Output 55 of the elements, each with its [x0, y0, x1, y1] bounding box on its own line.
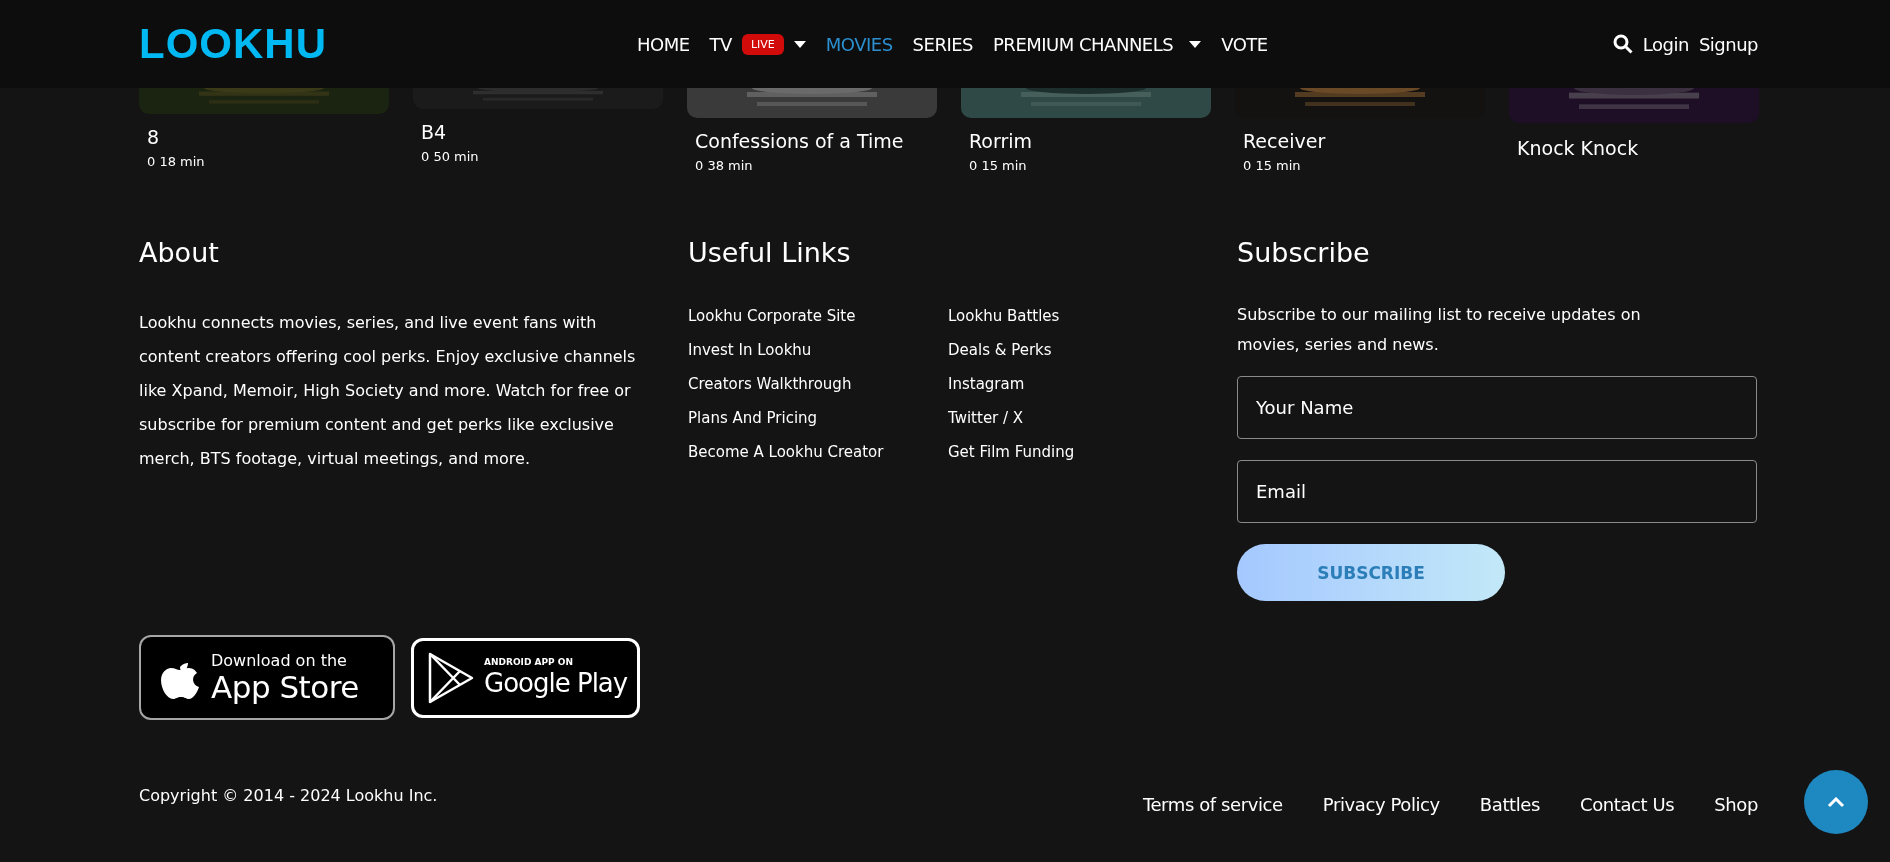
section-heading: About: [139, 237, 220, 268]
movie-duration: 0 18 min: [147, 154, 206, 169]
app-store-badge[interactable]: Download on the App Store: [139, 635, 395, 720]
movie-title[interactable]: Knock Knock: [1517, 137, 1751, 159]
badge-caption: Download on the: [211, 651, 348, 670]
footer-link[interactable]: Invest In Lookhu: [688, 340, 948, 361]
section-heading: Subscribe: [1237, 237, 1371, 268]
nav-link[interactable]: VOTE: [1221, 33, 1268, 55]
movie-duration: 0 50 min: [421, 149, 480, 164]
logo[interactable]: LOOKHU: [139, 20, 327, 68]
footer-link[interactable]: Get Film Funding: [948, 442, 1208, 463]
movie-duration: 0 38 min: [695, 158, 754, 173]
movie-title[interactable]: B4: [421, 121, 655, 143]
badge-caption: ANDROID APP ON: [484, 656, 574, 667]
movie-duration: 0 15 min: [1243, 158, 1302, 173]
movie-title[interactable]: Confessions of a Time: [695, 130, 929, 152]
nav-link[interactable]: MOVIES: [825, 33, 893, 55]
nav-link[interactable]: TV: [709, 33, 732, 55]
section-heading: Useful Links: [688, 237, 852, 268]
movie-duration: 0 15 min: [969, 158, 1028, 173]
footer-link[interactable]: Terms of service: [1142, 794, 1283, 815]
footer-link[interactable]: Battles: [1479, 794, 1540, 815]
about-text: Lookhu connects movies, series, and live event fans with content creators offering cool perks. Enjoy exclusive channels like Xpand, Memoir, High Society and more. Watch for free or subscribe for premium content and get perks like exclusive merch, BTS footage, virtual meetings, and more.: [139, 312, 637, 470]
play-icon: [428, 651, 474, 704]
live-badge: LIVE: [741, 33, 784, 55]
footer-link[interactable]: Instagram: [948, 374, 1208, 395]
footer-link[interactable]: Lookhu Battles: [948, 306, 1208, 327]
footer-link[interactable]: Creators Walkthrough: [688, 374, 948, 395]
subscribe-text: Subscribe to our mailing list to receive updates on movies, series and news.: [1237, 304, 1642, 356]
footer-link[interactable]: Contact Us: [1580, 794, 1675, 815]
chevron-up-icon: [1827, 796, 1845, 808]
nav-link[interactable]: HOME: [637, 33, 690, 55]
footer-link[interactable]: Lookhu Corporate Site: [688, 306, 948, 327]
movie-title[interactable]: Receiver: [1243, 130, 1477, 152]
footer-link[interactable]: Become A Lookhu Creator: [688, 442, 948, 463]
google-play-badge[interactable]: ANDROID APP ON Google Play: [411, 637, 640, 718]
email-field[interactable]: Email: [1237, 460, 1757, 523]
footer-link[interactable]: Twitter / X: [948, 408, 1208, 429]
search-icon[interactable]: [1612, 34, 1633, 54]
footer-link[interactable]: Shop: [1714, 794, 1758, 815]
signup-link[interactable]: Signup: [1698, 33, 1758, 55]
name-field[interactable]: Your Name: [1237, 376, 1757, 439]
badge-title: Google Play: [484, 666, 628, 699]
footer-link[interactable]: Privacy Policy: [1322, 794, 1440, 815]
movie-title[interactable]: Rorrim: [969, 130, 1203, 152]
badge-title: App Store: [211, 670, 359, 704]
footer-link[interactable]: Deals & Perks: [948, 340, 1208, 361]
login-link[interactable]: Login: [1642, 33, 1689, 55]
nav-link[interactable]: SERIES: [912, 33, 973, 55]
footer-link[interactable]: Plans And Pricing: [688, 408, 948, 429]
copyright-text: Copyright © 2014 - 2024 Lookhu Inc.: [139, 786, 438, 805]
caret-icon[interactable]: [1189, 40, 1202, 48]
movie-title[interactable]: 8: [147, 126, 381, 148]
nav-link[interactable]: PREMIUM CHANNELS: [993, 33, 1174, 55]
caret-icon[interactable]: [793, 40, 806, 48]
